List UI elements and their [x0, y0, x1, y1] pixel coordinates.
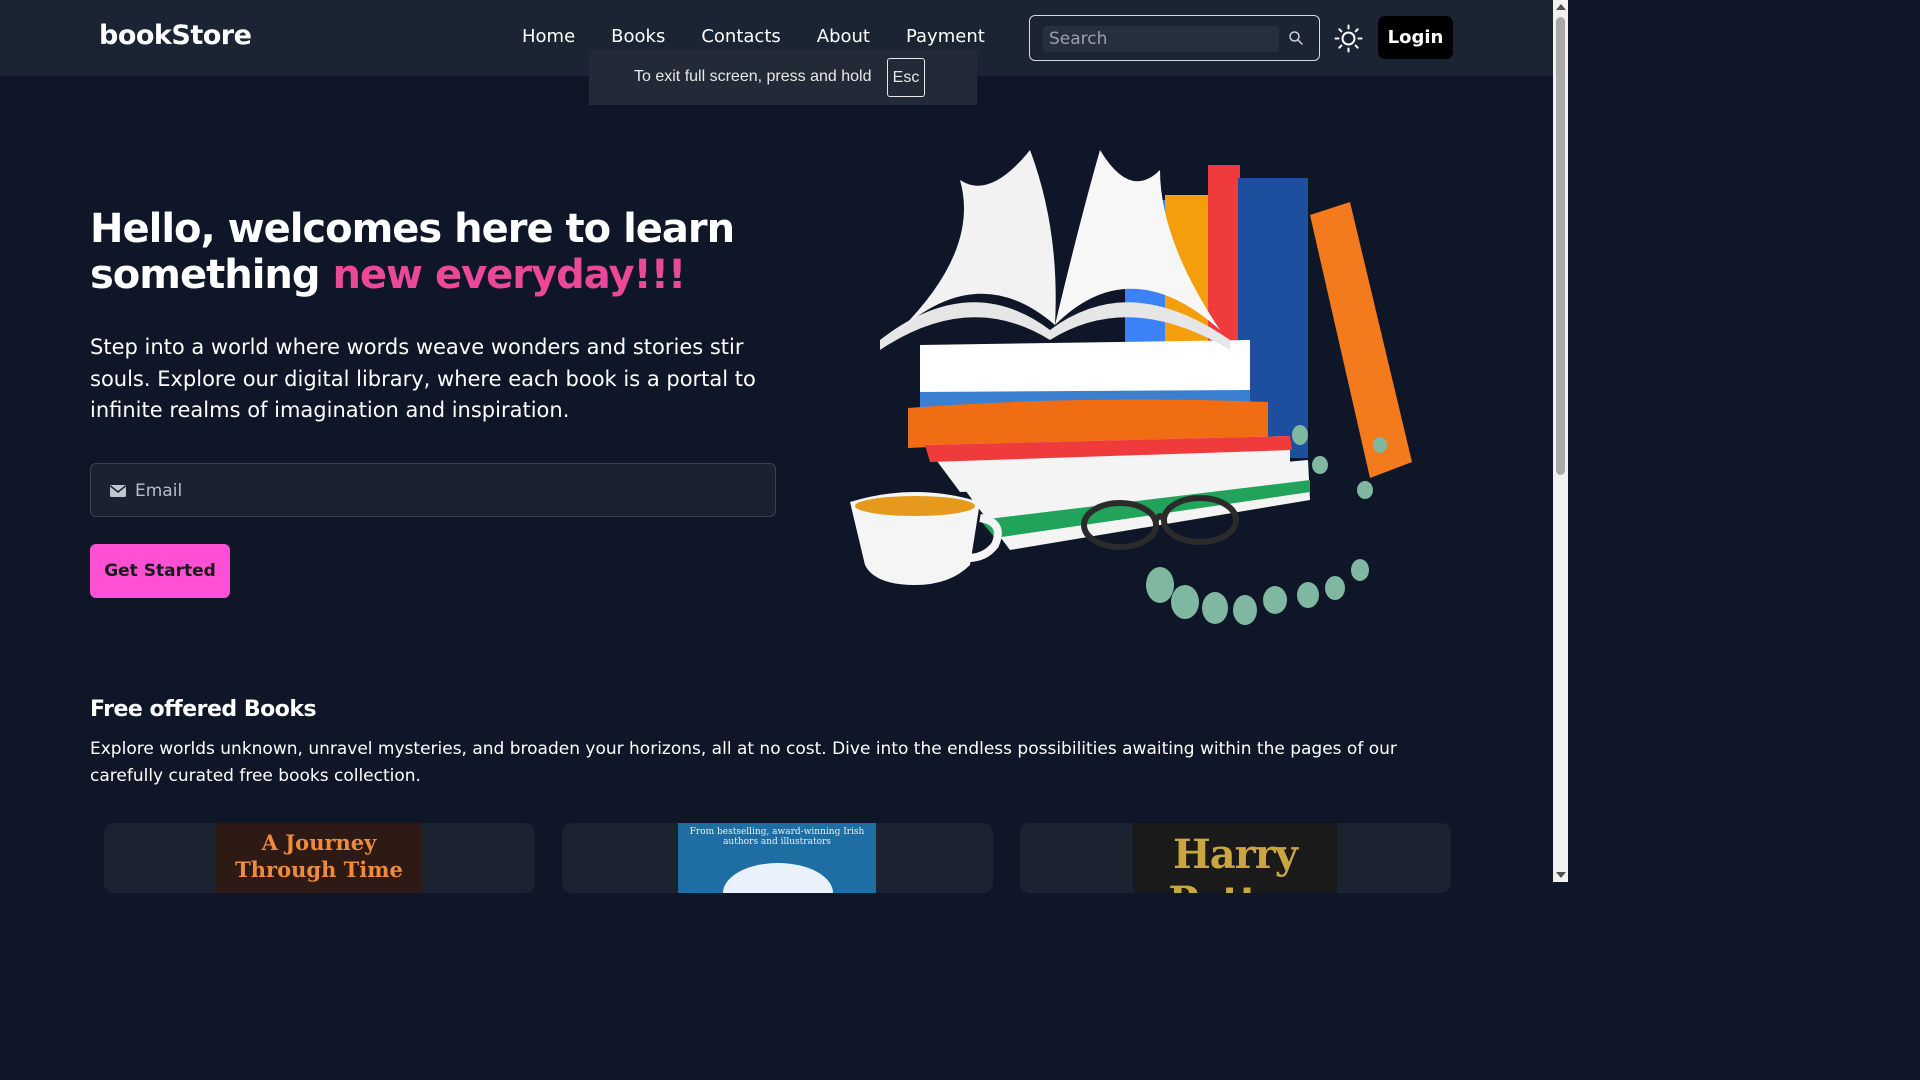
nav-link-about[interactable]: About — [817, 26, 870, 47]
tea-surface — [855, 496, 975, 516]
scroll-up-arrow-icon[interactable] — [1556, 4, 1566, 10]
get-started-button[interactable]: Get Started — [90, 544, 230, 598]
book-card[interactable]: Harry Potter — [1020, 823, 1451, 893]
mail-icon — [110, 485, 126, 497]
book-card[interactable]: From bestselling, award-winning Irish au… — [562, 823, 993, 893]
email-input[interactable] — [135, 476, 755, 506]
book-cover[interactable]: From bestselling, award-winning Irish au… — [678, 823, 876, 893]
scrollbar[interactable] — [1553, 0, 1568, 882]
nav-link-payment[interactable]: Payment — [906, 26, 985, 47]
sun-icon[interactable] — [1334, 24, 1363, 53]
esc-key-badge: Esc — [887, 58, 925, 97]
hero-description: Step into a world where words weave wond… — [90, 335, 756, 422]
book-cover-title: A Journey Through Time — [235, 830, 403, 882]
book-cover-tagline: From bestselling, award-winning Irish au… — [689, 827, 865, 847]
section-title: Free offered Books — [90, 697, 317, 722]
book-cover-title: Harry Potter — [1168, 831, 1302, 893]
scrollbar-thumb[interactable] — [1556, 17, 1565, 475]
scroll-down-arrow-icon[interactable] — [1556, 872, 1566, 878]
section-description: Explore worlds unknown, unravel mysterie… — [90, 739, 1397, 786]
search-icon[interactable] — [1288, 30, 1304, 46]
leaning-book-orange — [1310, 202, 1412, 478]
brand-logo[interactable]: bookStore — [99, 20, 252, 51]
hero-title-accent: new everyday!!! — [332, 252, 686, 298]
hero-title: Hello, welcomes here to learn something … — [90, 206, 770, 298]
book-card[interactable]: A Journey Through Time — [104, 823, 535, 893]
nav-link-home[interactable]: Home — [522, 26, 575, 47]
login-button[interactable]: Login — [1378, 16, 1453, 59]
search-input[interactable] — [1043, 26, 1279, 52]
nav-link-books[interactable]: Books — [611, 26, 665, 47]
cover-moon-art — [723, 863, 833, 893]
fullscreen-notice-text: To exit full screen, press and hold — [634, 68, 872, 85]
nav-links: Home Books Contacts About Payment — [522, 26, 1021, 47]
nav-link-contacts[interactable]: Contacts — [701, 26, 780, 47]
book-cover[interactable]: A Journey Through Time — [216, 823, 422, 893]
fullscreen-notice: To exit full screen, press and hold Esc — [589, 50, 977, 105]
search-box — [1029, 15, 1320, 61]
book-cover[interactable]: Harry Potter — [1133, 823, 1337, 893]
email-field-container — [90, 463, 776, 517]
books-illustration — [850, 150, 1412, 625]
